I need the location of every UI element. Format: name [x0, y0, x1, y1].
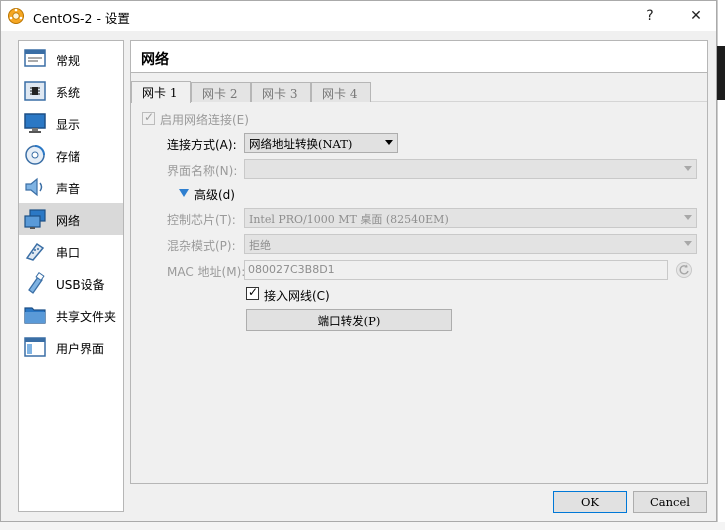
advanced-label: 高级(d): [194, 188, 235, 202]
sidebar-item-label: 网络: [56, 214, 81, 228]
attached-to-value: 网络地址转换(NAT): [249, 137, 353, 151]
refresh-icon: [679, 264, 689, 275]
shared-folder-icon: [24, 307, 46, 324]
sidebar-item-general[interactable]: 常规: [19, 43, 123, 75]
audio-icon: [25, 177, 43, 197]
adapter-tabs: 网卡 1 网卡 2 网卡 3 网卡 4: [131, 81, 371, 103]
close-button[interactable]: ✕: [673, 1, 719, 31]
port-forwarding-button[interactable]: 端口转发(P): [246, 309, 452, 331]
sidebar-item-storage[interactable]: 存储: [19, 139, 123, 171]
chevron-down-icon: [684, 241, 692, 246]
network-settings-panel: 网络 网卡 1 网卡 2 网卡 3 网卡 4 ✓ 启用网络连接(E) 连接方式(…: [130, 40, 708, 484]
sidebar-item-network[interactable]: 网络: [19, 203, 123, 235]
adapter-type-select[interactable]: Intel PRO/1000 MT 桌面 (82540EM): [244, 208, 697, 228]
promiscuous-mode-value: 拒绝: [249, 239, 271, 252]
sidebar-item-label: 声音: [56, 182, 81, 196]
chevron-down-icon: [684, 166, 692, 171]
mac-address-label: MAC 地址(M):: [167, 265, 246, 279]
display-icon: [24, 113, 46, 133]
mac-address-field[interactable]: 080027C3B8D1: [244, 260, 668, 280]
system-icon: [24, 81, 46, 101]
sidebar-item-display[interactable]: 显示: [19, 107, 123, 139]
attached-to-select[interactable]: 网络地址转换(NAT): [244, 133, 398, 153]
background-bottom-edge: [0, 522, 725, 530]
sidebar-item-label: 常规: [56, 54, 81, 68]
sidebar-item-system[interactable]: 系统: [19, 75, 123, 107]
enable-adapter-label: 启用网络连接(E): [160, 113, 249, 127]
panel-header: 网络: [131, 41, 707, 73]
cable-connected-label: 接入网线(C): [264, 289, 330, 303]
cancel-button[interactable]: Cancel: [633, 491, 707, 513]
sidebar-item-label: 用户界面: [56, 342, 105, 356]
tab-adapter-3[interactable]: 网卡 3: [251, 82, 311, 102]
general-icon: [24, 49, 46, 67]
user-interface-icon: [24, 337, 46, 357]
adapter-type-label: 控制芯片(T):: [167, 213, 236, 227]
advanced-toggle[interactable]: 高级(d): [179, 186, 249, 202]
generate-mac-button[interactable]: [676, 262, 692, 278]
serial-port-icon: [25, 242, 45, 261]
sidebar-item-usb[interactable]: USB设备: [19, 267, 123, 299]
sidebar-item-label: 系统: [56, 86, 81, 100]
settings-sidebar: 常规 系统 显示 存储 声音 网络 串口 USB设备 共享文件夹 用户界面: [18, 40, 124, 512]
sidebar-item-serial-port[interactable]: 串口: [19, 235, 123, 267]
storage-icon: [25, 145, 45, 165]
promiscuous-mode-label: 混杂模式(P):: [167, 239, 236, 253]
sidebar-item-audio[interactable]: 声音: [19, 171, 123, 203]
sidebar-item-label: 存储: [56, 150, 81, 164]
window-title: CentOS-2 - 设置: [33, 11, 130, 26]
cable-connected-checkbox[interactable]: ✓: [246, 285, 259, 300]
sidebar-item-label: 共享文件夹: [56, 310, 117, 324]
enable-adapter-checkbox[interactable]: ✓: [142, 110, 155, 125]
usb-icon: [28, 272, 45, 294]
tab-adapter-1[interactable]: 网卡 1: [131, 81, 191, 103]
chevron-down-icon: [684, 215, 692, 220]
tab-adapter-2[interactable]: 网卡 2: [191, 82, 251, 102]
background-window-dark-area: [717, 46, 725, 100]
page-title: 网络: [141, 52, 169, 68]
sidebar-item-label: 显示: [56, 118, 81, 132]
disclosure-triangle-icon: [179, 189, 189, 197]
tab-adapter-4[interactable]: 网卡 4: [311, 82, 371, 102]
checkmark-icon: ✓: [248, 285, 259, 299]
chevron-down-icon: [385, 140, 393, 145]
virtualbox-app-icon: [8, 8, 24, 24]
ok-button[interactable]: OK: [553, 491, 627, 513]
settings-dialog: CentOS-2 - 设置 ? ✕ 常规 系统 显示 存储 声音 网络 串口 U…: [0, 0, 717, 522]
attached-to-label: 连接方式(A):: [167, 138, 237, 152]
sidebar-item-user-interface[interactable]: 用户界面: [19, 331, 123, 363]
adapter-type-value: Intel PRO/1000 MT 桌面 (82540EM): [249, 213, 449, 226]
title-bar[interactable]: CentOS-2 - 设置 ? ✕: [1, 1, 716, 31]
sidebar-item-label: USB设备: [56, 278, 105, 292]
adapter-name-label: 界面名称(N):: [167, 164, 238, 178]
checkmark-icon: ✓: [144, 110, 155, 124]
network-icon: [24, 209, 46, 229]
sidebar-item-label: 串口: [56, 246, 81, 260]
sidebar-item-shared-folders[interactable]: 共享文件夹: [19, 299, 123, 331]
adapter-name-select[interactable]: [244, 159, 697, 179]
promiscuous-mode-select[interactable]: 拒绝: [244, 234, 697, 254]
help-button[interactable]: ?: [627, 1, 673, 31]
